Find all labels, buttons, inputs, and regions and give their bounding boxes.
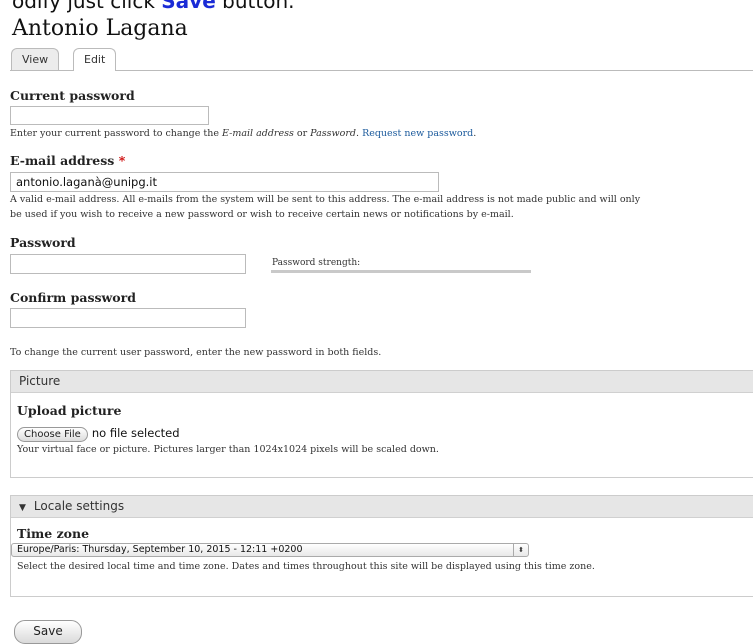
confirm-password-label: Confirm password: [10, 290, 136, 305]
required-marker: *: [118, 153, 126, 168]
picture-legend[interactable]: Picture: [11, 371, 753, 393]
password-input[interactable]: [10, 254, 246, 274]
picture-fieldset: Picture Upload picture Choose File no fil…: [10, 370, 753, 478]
email-input[interactable]: antonio.laganà@unipg.it: [10, 172, 439, 192]
tab-bar: View Edit: [10, 48, 753, 71]
timezone-desc: Select the desired local time and time z…: [17, 561, 595, 572]
password-help-text: To change the current user password, ent…: [10, 347, 382, 358]
tab-edit[interactable]: Edit: [73, 48, 117, 71]
page-title: Antonio Lagana: [12, 16, 188, 41]
email-label: E-mail address *: [10, 153, 126, 168]
timezone-label: Time zone: [17, 526, 90, 541]
current-password-label: Current password: [10, 88, 135, 103]
instruction-fragment: odify just click Save button.: [12, 0, 295, 13]
current-password-input[interactable]: [10, 106, 209, 125]
email-desc: A valid e-mail address. All e-mails from…: [10, 194, 641, 220]
request-new-password-link[interactable]: Request new password: [362, 128, 473, 139]
password-strength-bar: [271, 270, 531, 273]
password-strength-label: Password strength:: [272, 258, 361, 268]
file-status-text: no file selected: [91, 426, 180, 440]
confirm-password-input[interactable]: [10, 308, 246, 328]
upload-picture-label: Upload picture: [17, 403, 122, 418]
current-password-desc: Enter your current password to change th…: [10, 128, 477, 139]
tab-view[interactable]: View: [11, 48, 60, 70]
picture-desc: Your virtual face or picture. Pictures l…: [17, 444, 439, 455]
file-upload-control: Choose File no file selected: [17, 422, 180, 442]
select-arrows-icon: ⬍: [513, 544, 528, 556]
caret-down-icon: ▼: [19, 503, 26, 513]
password-label: Password: [10, 235, 76, 250]
save-button[interactable]: Save: [14, 620, 82, 644]
timezone-select[interactable]: Europe/Paris: Thursday, September 10, 20…: [11, 543, 529, 557]
choose-file-button[interactable]: Choose File: [17, 427, 88, 442]
locale-legend[interactable]: ▼ Locale settings: [11, 496, 753, 518]
